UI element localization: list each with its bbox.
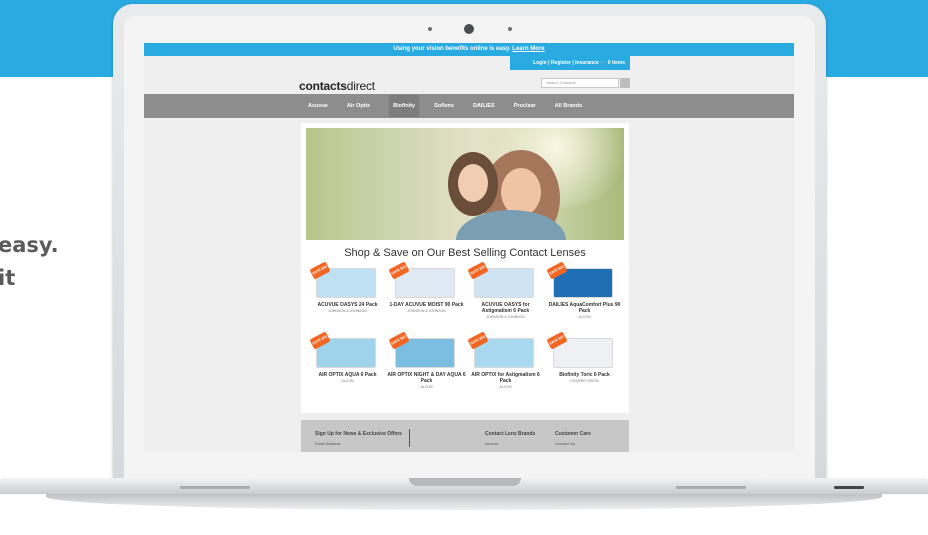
login-link[interactable]: Login (533, 60, 547, 66)
cart-icon[interactable]: 🛒 (600, 60, 606, 66)
search-input[interactable]: Search Contacts (541, 78, 619, 88)
nav-acuvue[interactable]: Acuvue (308, 103, 328, 109)
product-card[interactable]: SAVE BIG AIR OPTIX for Astigmatism 6 Pac… (466, 331, 545, 402)
insurance-link[interactable]: Insurance (575, 60, 599, 66)
laptop-port (834, 486, 864, 489)
product-name: DAILIES AquaComfort Plus 90 Pack (548, 302, 621, 314)
product-brand: ALCON (499, 385, 512, 389)
site-footer: Sign Up for News & Exclusive Offers Emai… (301, 420, 629, 452)
hero-image (306, 128, 624, 240)
product-name: ACUVUE OASYS 24 Pack (317, 302, 378, 308)
laptop-slot-right (676, 486, 746, 489)
site-header: Login | Register | Insurance 🛒 0 items c… (144, 56, 794, 94)
product-card[interactable]: SAVE BIG Biofinity Toric 6 Pack COOPER V… (545, 331, 624, 402)
site-logo[interactable]: contactsdirect (299, 79, 375, 93)
nav-biofinity[interactable]: Biofinity (389, 95, 420, 117)
promo-heading: Shop & Save on Our Best Selling Contact … (344, 247, 586, 259)
laptop-notch (409, 478, 521, 486)
nav-air-optix[interactable]: Air Optix (347, 103, 370, 109)
product-card[interactable]: SAVE BIG 1-DAY ACUVUE MOIST 90 Pack JOHN… (387, 261, 466, 332)
footer-divider (409, 429, 410, 447)
product-name: AIR OPTIX AQUA 6 Pack (318, 372, 377, 378)
side-headline-line-1: easy. (0, 233, 59, 257)
banner-text: Using your vision benefits online is eas… (393, 46, 511, 52)
vision-benefits-banner: Using your vision benefits online is eas… (144, 43, 794, 56)
product-brand: JOHNSON & JOHNSON (328, 309, 367, 313)
product-brand: ALCON (578, 315, 591, 319)
product-name: 1-DAY ACUVUE MOIST 90 Pack (389, 302, 464, 308)
nav-proclear[interactable]: Proclear (514, 103, 536, 109)
brand-nav: Acuvue Air Optix Biofinity Soflens DAILI… (144, 94, 794, 118)
product-card[interactable]: SAVE BIG AIR OPTIX AQUA 6 Pack ALCON (308, 331, 387, 402)
product-name: AIR OPTIX for Astigmatism 6 Pack (471, 372, 540, 384)
main-content: Shop & Save on Our Best Selling Contact … (301, 123, 629, 413)
side-headline-line-2: it (0, 266, 16, 290)
register-link[interactable]: Register (551, 60, 571, 66)
product-card[interactable]: SAVE BIG ACUVUE OASYS 24 Pack JOHNSON & … (308, 261, 387, 332)
learn-more-link[interactable]: Learn More (512, 46, 544, 52)
product-brand: JOHNSON & JOHNSON (407, 309, 446, 313)
brands-heading: Contact Lens Brands (485, 431, 536, 437)
brand-link-acuvue[interactable]: Acuvue (485, 441, 498, 446)
product-brand: COOPER VISION (570, 379, 599, 383)
nav-all-brands[interactable]: All Brands (555, 103, 583, 109)
product-name: AIR OPTIX NIGHT & DAY AQUA 6 Pack (387, 372, 466, 384)
laptop-slot-left (180, 486, 250, 489)
product-name: Biofinity Toric 6 Pack (559, 372, 610, 378)
cart-count[interactable]: 0 items (608, 60, 625, 66)
product-brand: ALCON (341, 379, 354, 383)
product-card[interactable]: SAVE BIG DAILIES AquaComfort Plus 90 Pac… (545, 261, 624, 332)
camera-lens (464, 24, 474, 34)
customer-care-heading: Customer Care (555, 431, 591, 437)
camera-dot-right (508, 27, 512, 31)
product-grid: SAVE BIG ACUVUE OASYS 24 Pack JOHNSON & … (308, 261, 624, 402)
laptop-base-bottom (46, 494, 882, 510)
contact-us-link[interactable]: Contact Us (555, 441, 575, 446)
product-card[interactable]: SAVE BIG ACUVUE OASYS for Astigmatism 6 … (466, 261, 545, 332)
hero-daughter-face (458, 164, 488, 202)
product-brand: ALCON (420, 385, 433, 389)
camera-dot-left (428, 27, 432, 31)
product-name: ACUVUE OASYS for Astigmatism 6 Pack (481, 302, 530, 314)
product-brand: JOHNSON & JOHNSON (486, 315, 525, 319)
email-label: Email Address (315, 441, 341, 446)
search-button[interactable] (620, 78, 630, 88)
product-card[interactable]: SAVE BIG AIR OPTIX NIGHT & DAY AQUA 6 Pa… (387, 331, 466, 402)
account-bar: Login | Register | Insurance 🛒 0 items (510, 56, 630, 70)
newsletter-heading: Sign Up for News & Exclusive Offers (315, 431, 402, 437)
nav-soflens[interactable]: Soflens (434, 103, 454, 109)
nav-dailies[interactable]: DAILIES (473, 103, 495, 109)
laptop-screen: Using your vision benefits online is eas… (144, 43, 794, 452)
logo-light: direct (346, 79, 375, 93)
side-headline: easy. it (0, 229, 59, 295)
hero-mother-face (501, 168, 541, 216)
logo-bold: contacts (299, 79, 347, 93)
